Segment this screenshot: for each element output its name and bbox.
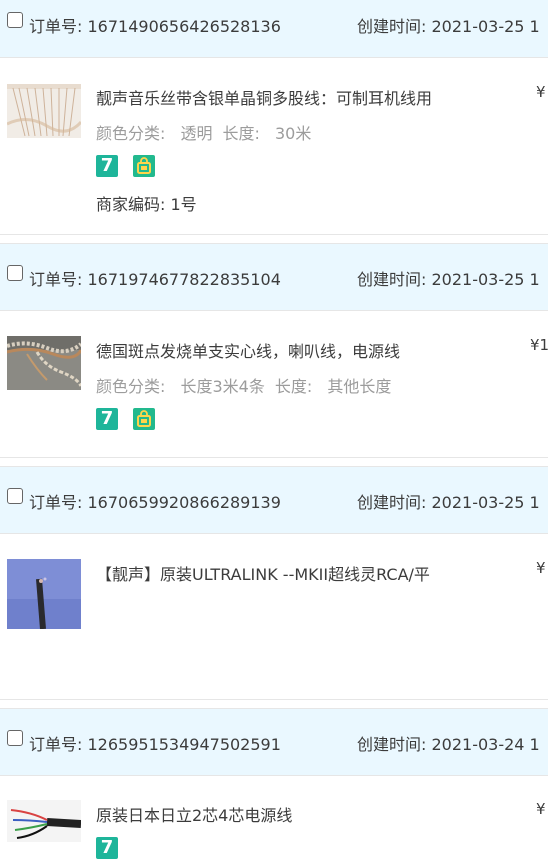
product-title[interactable]: 【靓声】原装ULTRALINK --MKII超线灵RCA/平 xyxy=(96,561,430,585)
created-time: 创建时间: 2021-03-25 1 xyxy=(357,489,540,513)
order-number-value: 1671490656426528136 xyxy=(87,17,281,36)
order-checkbox[interactable] xyxy=(7,265,23,281)
order-checkbox[interactable] xyxy=(7,12,23,28)
sku-length: 长度: 其他长度 xyxy=(275,377,392,396)
order-header: 订单号: 1671974677822835104 创建时间: 2021-03-2… xyxy=(0,243,548,311)
created-time: 创建时间: 2021-03-25 1 xyxy=(357,13,540,37)
order-number: 订单号: 1670659920866289139 xyxy=(29,489,281,513)
sku-length: 长度: 30米 xyxy=(223,124,312,143)
created-time-value: 2021-03-25 1 xyxy=(431,17,540,36)
order-number-label: 订单号: xyxy=(29,735,88,754)
order-number: 订单号: 1671490656426528136 xyxy=(29,13,281,37)
price: ¥1 xyxy=(530,336,548,354)
sku-color-value: 透明 xyxy=(180,124,213,143)
created-time: 创建时间: 2021-03-24 1 xyxy=(357,731,540,755)
divider xyxy=(0,699,548,700)
created-time-value: 2021-03-25 1 xyxy=(431,493,540,512)
merchant-code-label: 商家编码: xyxy=(96,195,171,214)
product-thumbnail[interactable] xyxy=(7,336,81,390)
price: ¥ xyxy=(536,559,546,577)
product-title[interactable]: 原装日本日立2芯4芯电源线 xyxy=(96,802,292,826)
order-number-value: 1671974677822835104 xyxy=(87,270,281,289)
order-number-label: 订单号: xyxy=(29,17,88,36)
order-number-value: 1265951534947502591 xyxy=(87,735,281,754)
seven-day-return-icon: 7 xyxy=(96,837,118,859)
divider xyxy=(0,234,548,235)
sku-color: 颜色分类: 长度3米4条 xyxy=(96,377,265,396)
order-number: 订单号: 1265951534947502591 xyxy=(29,731,281,755)
order-number-label: 订单号: xyxy=(29,270,88,289)
price: ¥ xyxy=(536,83,546,101)
product-title[interactable]: 德国斑点发烧单支实心线，喇叭线，电源线 xyxy=(96,338,400,362)
product-thumbnail[interactable] xyxy=(7,559,81,629)
product-thumbnail[interactable] xyxy=(7,84,81,138)
price: ¥ xyxy=(536,800,546,818)
order-header: 订单号: 1670659920866289139 创建时间: 2021-03-2… xyxy=(0,466,548,534)
created-time-label: 创建时间: xyxy=(357,17,432,36)
seven-day-return-icon: 7 xyxy=(96,155,118,177)
speaker-wire-image xyxy=(7,336,81,390)
shopping-bag-icon xyxy=(133,408,155,430)
order-number: 订单号: 1671974677822835104 xyxy=(29,266,281,290)
sku-length-label: 长度: xyxy=(274,377,318,396)
order-checkbox[interactable] xyxy=(7,730,23,746)
sku-color-label: 颜色分类: xyxy=(96,124,171,143)
created-time-label: 创建时间: xyxy=(357,735,432,754)
created-time-label: 创建时间: xyxy=(357,270,432,289)
created-time-label: 创建时间: xyxy=(357,493,432,512)
product-sku: 颜色分类: 透明 长度: 30米 xyxy=(96,120,311,144)
created-time-value: 2021-03-25 1 xyxy=(431,270,540,289)
merchant-code: 商家编码: 1号 xyxy=(96,191,197,215)
order-header: 订单号: 1671490656426528136 创建时间: 2021-03-2… xyxy=(0,0,548,58)
sku-length-value: 其他长度 xyxy=(327,377,392,396)
copper-wire-image xyxy=(7,84,81,138)
divider xyxy=(0,457,548,458)
product-title[interactable]: 靓声音乐丝带含银单晶铜多股线：可制耳机线用 xyxy=(96,85,432,109)
product-sku: 颜色分类: 长度3米4条 长度: 其他长度 xyxy=(96,373,391,397)
created-time: 创建时间: 2021-03-25 1 xyxy=(357,266,540,290)
sku-length-value: 30米 xyxy=(274,124,312,143)
power-cord-image xyxy=(7,800,81,842)
merchant-code-value: 1号 xyxy=(170,195,197,214)
shopping-bag-icon xyxy=(133,155,155,177)
created-time-value: 2021-03-24 1 xyxy=(431,735,540,754)
sku-color: 颜色分类: 透明 xyxy=(96,124,213,143)
order-header: 订单号: 1265951534947502591 创建时间: 2021-03-2… xyxy=(0,708,548,776)
sku-color-value: 长度3米4条 xyxy=(180,377,265,396)
sku-color-label: 颜色分类: xyxy=(96,377,171,396)
order-number-label: 订单号: xyxy=(29,493,88,512)
order-number-value: 1670659920866289139 xyxy=(87,493,281,512)
rca-cable-image xyxy=(7,559,81,629)
product-thumbnail[interactable] xyxy=(7,800,81,842)
sku-length-label: 长度: xyxy=(222,124,265,143)
seven-day-return-icon: 7 xyxy=(96,408,118,430)
order-checkbox[interactable] xyxy=(7,488,23,504)
